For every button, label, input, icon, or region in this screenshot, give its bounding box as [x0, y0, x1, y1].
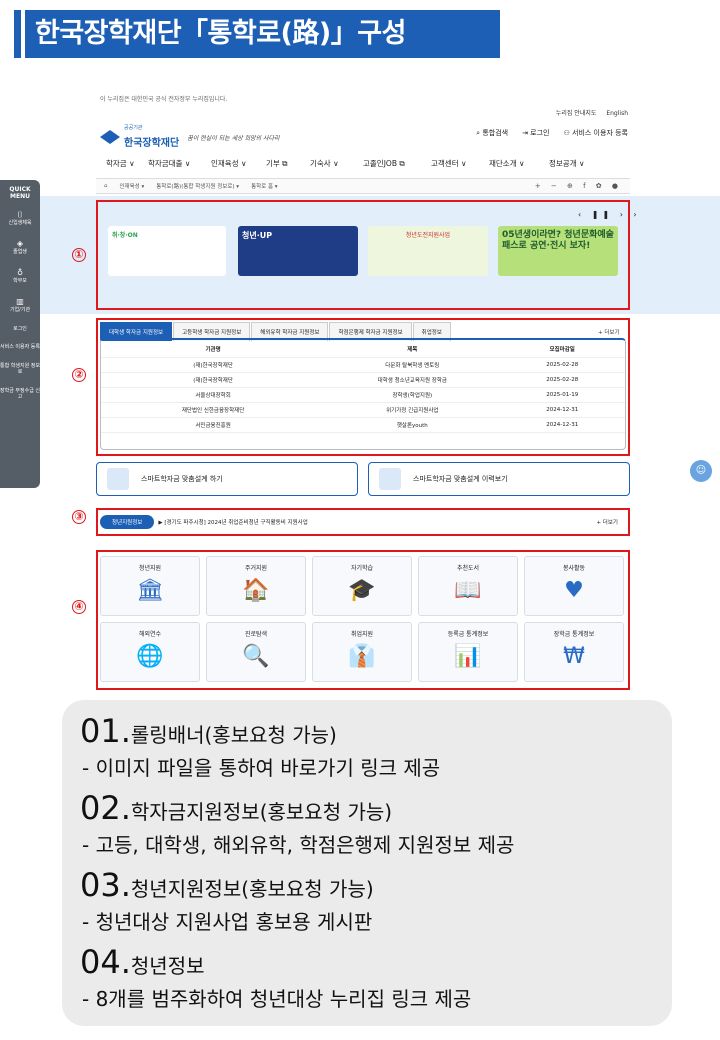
description-title: 02.학자금지원정보(홍보요청 가능) — [80, 789, 672, 827]
nav-item[interactable]: 고객센터 ∨ — [431, 158, 489, 169]
breadcrumb-item[interactable]: 통학로 홈 ▾ — [251, 182, 278, 190]
description-sub: - 8개를 범주화하여 청년대상 누리집 링크 제공 — [82, 987, 472, 1011]
quick-label: 장학금 부정수급 신고 — [0, 387, 40, 401]
search-label: 통합검색 — [482, 129, 509, 137]
description-sub: - 고등, 대학생, 해외유학, 학점은행제 지원정보 제공 — [82, 833, 515, 857]
breadcrumb: ⌂ 인재육성 ▾ 통학로(路)(통합 학생지원 정보로) ▾ 통학로 홈 ▾ +… — [96, 178, 630, 194]
header-links: ⌕ 통합검색 ⇥ 로그인 ⚇ 서비스 이용자 등록 — [476, 128, 628, 138]
breadcrumb-item[interactable]: 인재육성 ▾ — [120, 182, 145, 190]
quick-label: 졸업생 — [13, 249, 27, 256]
callout-1: ① — [72, 248, 86, 262]
quick-label: 학부모 — [13, 278, 27, 285]
utility-links: 누리집 안내지도 English — [548, 108, 628, 117]
register-label: 서비스 이용자 등록 — [572, 129, 628, 137]
page-title: 한국장학재단「통학로(路)」구성 — [25, 10, 500, 58]
description-sub: - 이미지 파일을 통하여 바로가기 링크 제공 — [82, 756, 441, 780]
nav-item[interactable]: 기부 ⧉ — [266, 158, 310, 169]
quick-label: 서비스 이용자 등록 — [0, 344, 40, 351]
highlight-box-2 — [96, 318, 630, 456]
nav-item[interactable]: 기숙사 ∨ — [310, 158, 363, 169]
description-heading: 롤링배너(홍보요청 가능) — [130, 723, 337, 747]
page-tools[interactable]: + − ⊕ f ✿ ● — [535, 182, 622, 190]
highlight-box-1 — [96, 200, 630, 310]
description-heading: 청년정보 — [130, 954, 205, 978]
nav-item[interactable]: 고졸인JOB ⧉ — [363, 158, 431, 169]
breadcrumb-item[interactable]: 통학로(路)(통합 학생지원 정보로) ▾ — [156, 182, 239, 190]
description-sub: - 청년대상 지원사업 홍보용 게시판 — [82, 910, 373, 934]
description-item: 01.롤링배너(홍보요청 가능) - 이미지 파일을 통하여 바로가기 링크 제… — [80, 712, 672, 781]
description-number: 02. — [80, 789, 131, 827]
quick-item[interactable]: 로그인 — [0, 326, 40, 333]
nav-item[interactable]: 인재육성 ∨ — [211, 158, 266, 169]
description-heading: 청년지원정보(홍보요청 가능) — [130, 877, 374, 901]
callout-2: ② — [72, 368, 86, 382]
website-screenshot: 이 누리집은 대한민국 공식 전자정부 누리집입니다. 누리집 안내지도 Eng… — [0, 92, 720, 695]
register-link[interactable]: ⚇ 서비스 이용자 등록 — [564, 128, 629, 138]
nav-item[interactable]: 학자금 ∨ — [106, 158, 148, 169]
nav-item[interactable]: 재단소개 ∨ — [489, 158, 549, 169]
main-nav: 학자금 ∨ 학자금대출 ∨ 인재육성 ∨ 기부 ⧉ 기숙사 ∨ 고졸인JOB ⧉… — [106, 158, 599, 169]
building-icon: ▥ — [16, 296, 24, 306]
slogan: 꿈이 현실이 되는 세상 희망의 사다리 — [187, 134, 280, 142]
quick-item[interactable]: 통합 학생지원 정보로 — [0, 363, 40, 376]
description-number: 04. — [80, 943, 131, 981]
site-logo[interactable]: 공공기관 한국장학재단 꿈이 현실이 되는 세상 희망의 사다리 — [100, 124, 280, 150]
description-title: 01.롤링배너(홍보요청 가능) — [80, 712, 672, 750]
search-link[interactable]: ⌕ 통합검색 — [476, 128, 508, 138]
family-icon: ♁ — [17, 267, 23, 277]
document-pen-icon — [107, 468, 129, 490]
mascot-icon[interactable]: ☺ — [690, 460, 712, 482]
description-heading: 학자금지원정보(홍보요청 가능) — [130, 800, 393, 824]
sitemap-link[interactable]: 누리집 안내지도 — [556, 110, 597, 117]
quick-label: 로그인 — [13, 325, 27, 332]
quick-item[interactable]: ▥ 기업/기관 — [0, 297, 40, 314]
description-number: 01. — [80, 712, 131, 750]
login-link[interactable]: ⇥ 로그인 — [522, 128, 549, 138]
quick-item[interactable]: ◈ 졸업생 — [0, 239, 40, 256]
document-list-icon — [379, 468, 401, 490]
nav-item[interactable]: 정보공개 ∨ — [549, 158, 599, 169]
smart-history-button[interactable]: 스마트학자금 맞춤설계 이력보기 — [368, 462, 630, 496]
highlight-box-3 — [96, 508, 630, 536]
home-icon[interactable]: ⌂ — [104, 183, 108, 189]
smart-history-label: 스마트학자금 맞춤설계 이력보기 — [413, 475, 508, 483]
quick-item[interactable]: 서비스 이용자 등록 — [0, 344, 40, 351]
description-item: 02.학자금지원정보(홍보요청 가능) - 고등, 대학생, 해외유학, 학점은… — [80, 789, 672, 858]
description-item: 04.청년정보 - 8개를 범주화하여 청년대상 누리집 링크 제공 — [80, 943, 672, 1012]
smart-design-button[interactable]: 스마트학자금 맞춤설계 하기 — [96, 462, 358, 496]
callout-4: ④ — [72, 600, 86, 614]
description-number: 03. — [80, 866, 131, 904]
quick-menu-title: QUICK MENU — [9, 186, 31, 200]
logo-sub: 공공기관 — [124, 125, 143, 131]
quick-menu: QUICK MENU ⌷ 신입생체육 ◈ 졸업생 ♁ 학부모 ▥ 기업/기관 로그인 서… — [0, 180, 40, 488]
login-label: 로그인 — [530, 129, 550, 137]
description-title: 04.청년정보 — [80, 943, 672, 981]
quick-label: 통합 학생지원 정보로 — [0, 362, 40, 376]
smart-design-label: 스마트학자금 맞춤설계 하기 — [141, 475, 223, 483]
description-item: 03.청년지원정보(홍보요청 가능) - 청년대상 지원사업 홍보용 게시판 — [80, 866, 672, 935]
book-icon: ⌷ — [17, 210, 23, 219]
page-title-bar: 한국장학재단「통학로(路)」구성 — [14, 10, 500, 58]
callout-3: ③ — [72, 510, 86, 524]
logo-main: 한국장학재단 — [124, 138, 180, 149]
grad-cap-icon: ◈ — [16, 238, 24, 248]
quick-item[interactable]: ♁ 학부모 — [0, 268, 40, 285]
description-title: 03.청년지원정보(홍보요청 가능) — [80, 866, 672, 904]
english-link[interactable]: English — [606, 110, 628, 117]
quick-label: 신입생체육 — [8, 220, 32, 227]
description-panel: 01.롤링배너(홍보요청 가능) - 이미지 파일을 통하여 바로가기 링크 제… — [62, 700, 672, 1026]
highlight-box-4 — [96, 550, 630, 690]
logo-cap-icon — [100, 130, 120, 144]
gov-notice: 이 누리집은 대한민국 공식 전자정부 누리집입니다. — [100, 96, 228, 103]
title-accent — [14, 10, 21, 58]
quick-item[interactable]: 장학금 부정수급 신고 — [0, 388, 40, 401]
quick-label: 기업/기관 — [9, 307, 31, 314]
nav-item[interactable]: 학자금대출 ∨ — [148, 158, 211, 169]
quick-item[interactable]: ⌷ 신입생체육 — [0, 210, 40, 227]
